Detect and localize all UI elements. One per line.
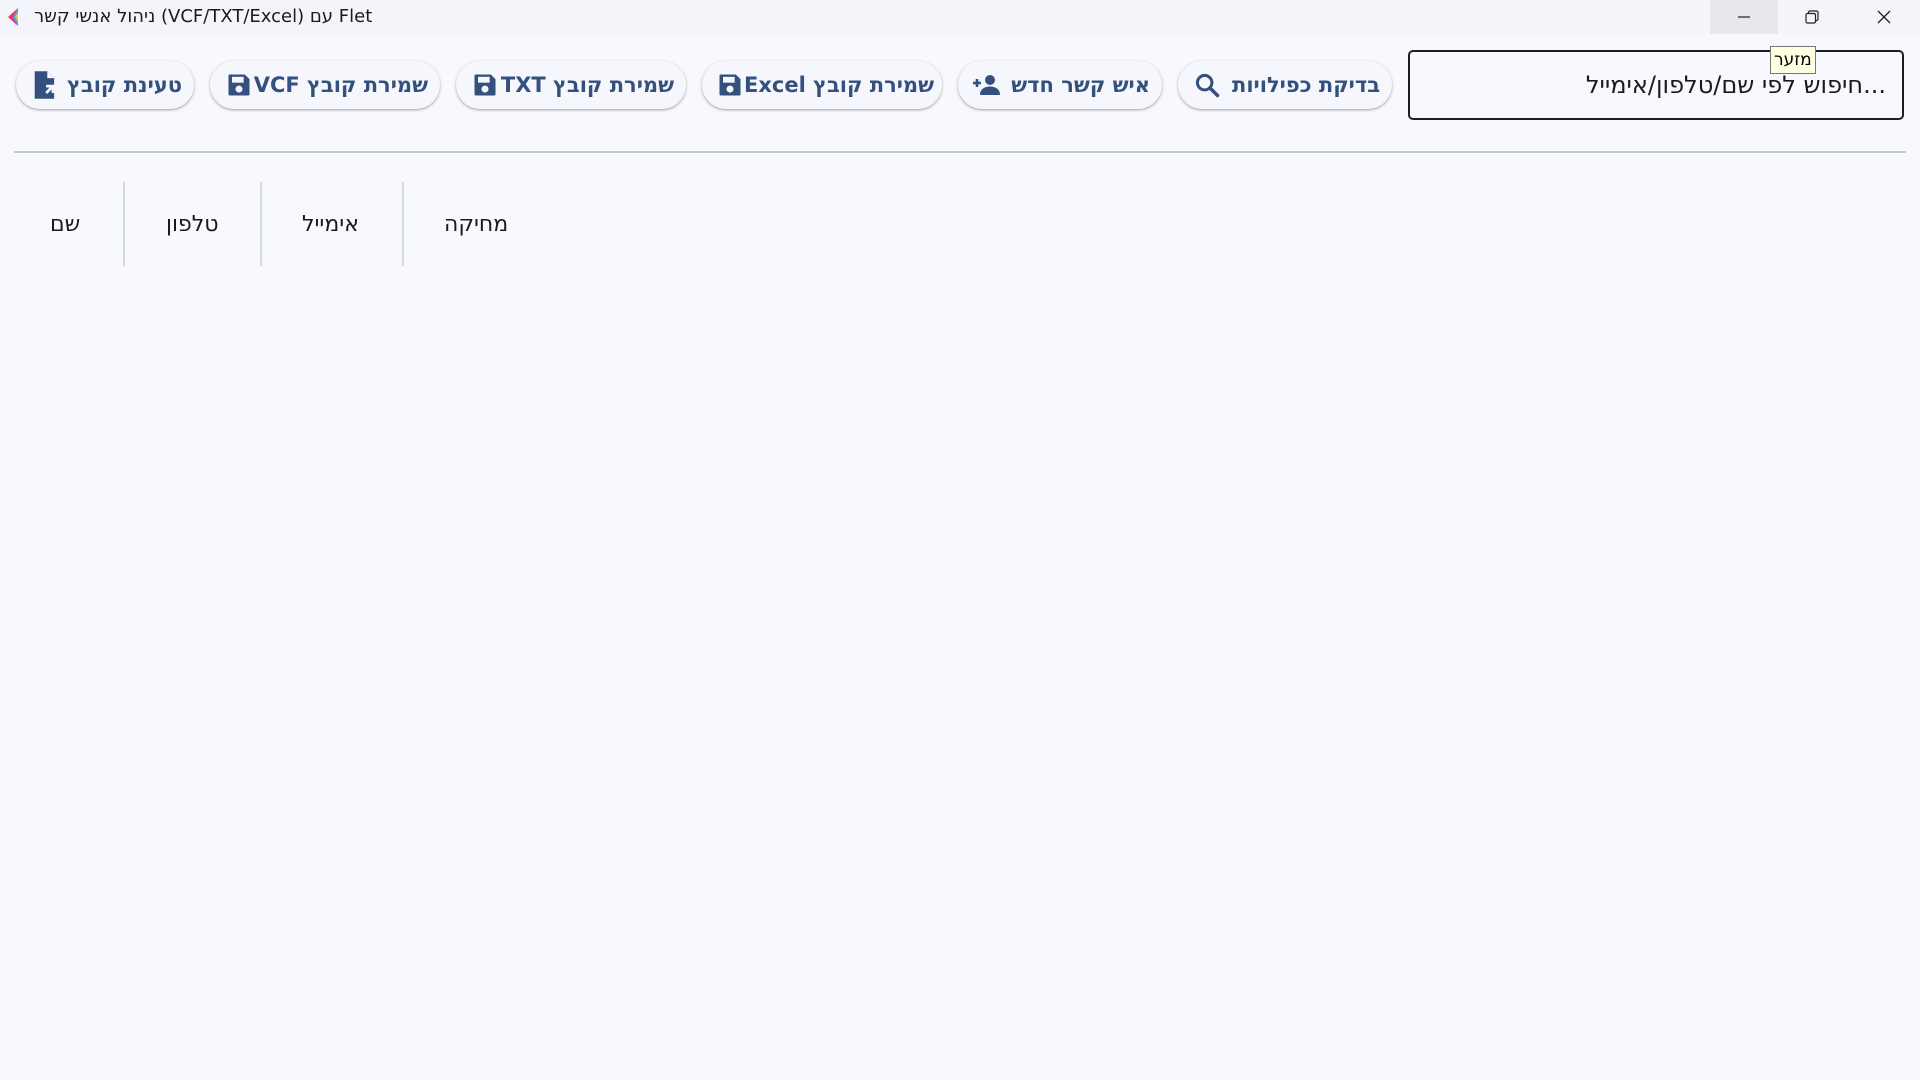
save-excel-label: שמירת קובץ Excel <box>744 73 935 97</box>
save-vcf-label: שמירת קובץ VCF <box>253 73 428 97</box>
save-icon <box>224 70 254 100</box>
minimize-tooltip: מזער <box>1770 46 1816 74</box>
app-window: ניהול אנשי קשר (VCF/TXT/Excel) עם Flet .… <box>0 0 1920 1080</box>
toolbar: בדיקת כפילויות איש קשר חדש <box>0 34 1920 146</box>
contacts-table-header: שם טלפון אימייל מחיקה <box>0 182 560 268</box>
close-icon <box>1876 9 1892 25</box>
minimize-icon <box>1736 9 1752 25</box>
restore-button[interactable] <box>1778 0 1846 34</box>
column-divider <box>402 182 404 266</box>
check-duplicates-label: בדיקת כפילויות <box>1232 73 1380 97</box>
search-field[interactable] <box>1408 50 1904 120</box>
column-divider <box>123 182 125 266</box>
restore-icon <box>1804 9 1820 25</box>
file-open-icon <box>30 70 60 100</box>
column-header-phone: טלפון <box>166 212 219 237</box>
search-icon <box>1192 70 1222 100</box>
save-icon <box>716 70 744 100</box>
save-txt-button[interactable]: שמירת קובץ TXT <box>456 61 686 109</box>
flet-logo-icon <box>4 6 24 28</box>
person-add-icon <box>972 70 1002 100</box>
save-txt-label: שמירת קובץ TXT <box>500 73 674 97</box>
check-duplicates-button[interactable]: בדיקת כפילויות <box>1178 61 1392 109</box>
add-contact-button[interactable]: איש קשר חדש <box>958 61 1162 109</box>
save-vcf-button[interactable]: שמירת קובץ VCF <box>210 61 440 109</box>
column-header-name: שם <box>50 212 81 237</box>
load-file-label: טעינת קובץ <box>67 73 182 97</box>
search-input[interactable] <box>1410 52 1902 118</box>
add-contact-label: איש קשר חדש <box>1011 73 1150 97</box>
title-bar: ניהול אנשי קשר (VCF/TXT/Excel) עם Flet <box>0 0 1920 34</box>
toolbar-divider <box>14 151 1906 153</box>
save-icon <box>470 70 500 100</box>
column-divider <box>260 182 262 266</box>
minimize-button[interactable] <box>1710 0 1778 34</box>
close-button[interactable] <box>1850 0 1918 34</box>
save-excel-button[interactable]: שמירת קובץ Excel <box>702 61 942 109</box>
load-file-button[interactable]: טעינת קובץ <box>16 61 194 109</box>
column-header-email: אימייל <box>302 212 359 237</box>
window-title: ניהול אנשי קשר (VCF/TXT/Excel) עם Flet <box>34 6 373 27</box>
column-header-delete: מחיקה <box>444 212 509 237</box>
